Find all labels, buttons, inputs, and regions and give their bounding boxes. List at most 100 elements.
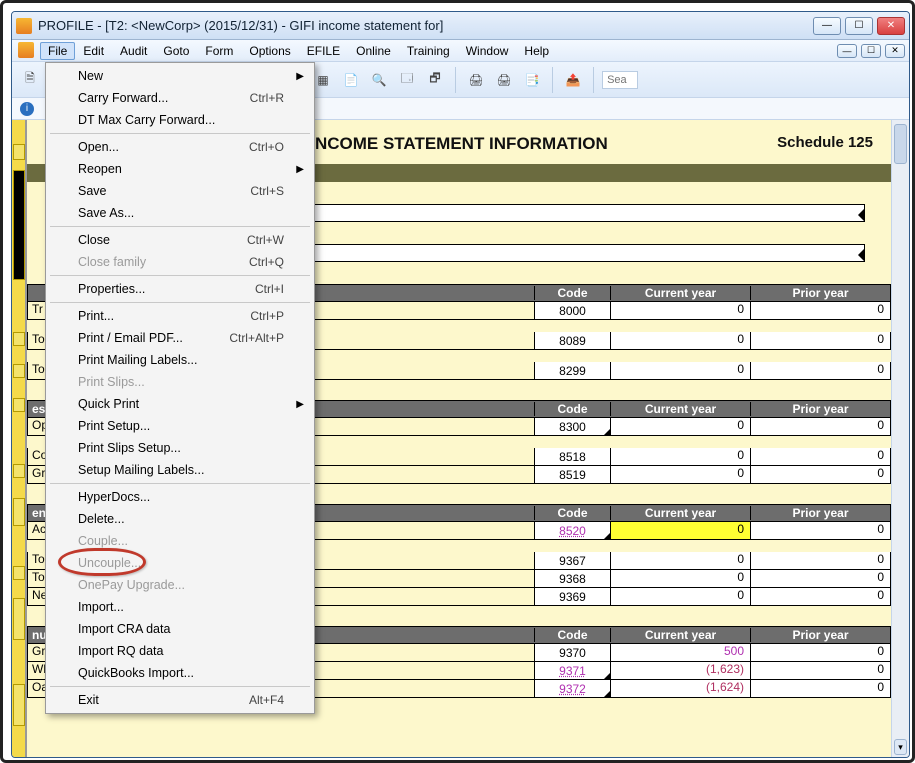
menu-item-print-slips-setup[interactable]: Print Slips Setup...	[48, 437, 312, 459]
prior-year-cell[interactable]: 0	[751, 662, 891, 680]
export-icon[interactable]: 📤	[561, 68, 585, 92]
menu-form[interactable]: Form	[197, 42, 241, 60]
menu-item-print-mailing-labels[interactable]: Print Mailing Labels...	[48, 349, 312, 371]
shortcut-label: Ctrl+S	[250, 184, 284, 198]
menu-item-hyperdocs[interactable]: HyperDocs...	[48, 486, 312, 508]
menu-item-import[interactable]: Import...	[48, 596, 312, 618]
current-year-cell[interactable]: (1,623)	[611, 662, 751, 680]
menu-file[interactable]: File	[40, 42, 75, 60]
menu-online[interactable]: Online	[348, 42, 399, 60]
menu-training[interactable]: Training	[399, 42, 458, 60]
dropdown-triangle-icon[interactable]	[604, 429, 610, 435]
menu-item-print-email-pdf[interactable]: Print / Email PDF...Ctrl+Alt+P	[48, 327, 312, 349]
page-icon[interactable]: 📄	[339, 68, 363, 92]
new-file-icon[interactable]: 🗎	[18, 68, 42, 92]
gutter-marker	[13, 566, 25, 580]
prior-year-cell[interactable]: 0	[751, 552, 891, 570]
code-cell[interactable]: 9367	[535, 552, 611, 570]
code-cell[interactable]: 8520	[535, 522, 611, 540]
current-year-cell[interactable]: 500	[611, 644, 751, 662]
menu-item-print-setup[interactable]: Print Setup...	[48, 415, 312, 437]
code-cell[interactable]: 9368	[535, 570, 611, 588]
menu-options[interactable]: Options	[241, 42, 298, 60]
prior-year-cell[interactable]: 0	[751, 302, 891, 320]
menu-item-label: Print / Email PDF...	[78, 331, 229, 345]
menu-item-save-as[interactable]: Save As...	[48, 202, 312, 224]
search-input[interactable]	[602, 71, 638, 89]
prior-year-cell[interactable]: 0	[751, 332, 891, 350]
menu-item-carry-forward[interactable]: Carry Forward...Ctrl+R	[48, 87, 312, 109]
minimize-button[interactable]: —	[813, 17, 841, 35]
code-cell[interactable]: 9369	[535, 588, 611, 606]
prior-year-cell[interactable]: 0	[751, 644, 891, 662]
current-year-cell[interactable]: (1,624)	[611, 680, 751, 698]
dropdown-triangle-icon[interactable]	[604, 691, 610, 697]
menu-item-quickbooks-import[interactable]: QuickBooks Import...	[48, 662, 312, 684]
maximize-button[interactable]: ☐	[845, 17, 873, 35]
code-cell[interactable]: 8089	[535, 332, 611, 350]
menu-item-quick-print[interactable]: Quick Print▶	[48, 393, 312, 415]
code-cell[interactable]: 9370	[535, 644, 611, 662]
prior-year-cell[interactable]: 0	[751, 570, 891, 588]
prior-year-cell[interactable]: 0	[751, 362, 891, 380]
prior-year-cell[interactable]: 0	[751, 522, 891, 540]
close-button[interactable]: ✕	[877, 17, 905, 35]
mdi-close-button[interactable]: ✕	[885, 44, 905, 58]
menu-goto[interactable]: Goto	[155, 42, 197, 60]
overlay-icon[interactable]: 🗗	[423, 68, 447, 92]
print-icon[interactable]: 🖨	[464, 68, 488, 92]
menu-item-save[interactable]: SaveCtrl+S	[48, 180, 312, 202]
current-year-cell[interactable]: 0	[611, 448, 751, 466]
prior-year-cell[interactable]: 0	[751, 588, 891, 606]
mdi-restore-button[interactable]: ☐	[861, 44, 881, 58]
scrollbar-thumb[interactable]	[894, 124, 907, 164]
menu-item-delete[interactable]: Delete...	[48, 508, 312, 530]
current-year-cell[interactable]: 0	[611, 302, 751, 320]
current-year-cell[interactable]: 0	[611, 588, 751, 606]
prior-year-cell[interactable]: 0	[751, 418, 891, 436]
menu-audit[interactable]: Audit	[112, 42, 155, 60]
current-year-header: Current year	[610, 402, 750, 416]
menu-item-close[interactable]: CloseCtrl+W	[48, 229, 312, 251]
menu-item-reopen[interactable]: Reopen▶	[48, 158, 312, 180]
menu-help[interactable]: Help	[516, 42, 557, 60]
print-gear-icon[interactable]: 🖨	[492, 68, 516, 92]
menu-item-import-rq-data[interactable]: Import RQ data	[48, 640, 312, 662]
menu-edit[interactable]: Edit	[75, 42, 112, 60]
menu-item-properties[interactable]: Properties...Ctrl+I	[48, 278, 312, 300]
code-cell[interactable]: 9372	[535, 680, 611, 698]
current-year-cell[interactable]: 0	[611, 418, 751, 436]
menu-window[interactable]: Window	[458, 42, 517, 60]
menu-item-setup-mailing-labels[interactable]: Setup Mailing Labels...	[48, 459, 312, 481]
window-icon[interactable]: 🗔	[395, 68, 419, 92]
menu-efile[interactable]: EFILE	[299, 42, 348, 60]
zoom-icon[interactable]: 🔍	[367, 68, 391, 92]
dropdown-triangle-icon[interactable]	[604, 533, 610, 539]
menu-item-dt-max-carry-forward[interactable]: DT Max Carry Forward...	[48, 109, 312, 131]
prior-year-cell[interactable]: 0	[751, 680, 891, 698]
current-year-cell[interactable]: 0	[611, 332, 751, 350]
code-cell[interactable]: 8518	[535, 448, 611, 466]
print-preview-icon[interactable]: 📑	[520, 68, 544, 92]
scroll-down-icon[interactable]: ▾	[894, 739, 907, 755]
current-year-cell[interactable]: 0	[611, 570, 751, 588]
menu-item-open[interactable]: Open...Ctrl+O	[48, 136, 312, 158]
code-cell[interactable]: 8299	[535, 362, 611, 380]
prior-year-cell[interactable]: 0	[751, 448, 891, 466]
mdi-minimize-button[interactable]: —	[837, 44, 857, 58]
menu-item-import-cra-data[interactable]: Import CRA data	[48, 618, 312, 640]
menu-item-new[interactable]: New▶	[48, 65, 312, 87]
current-year-cell[interactable]: 0	[611, 522, 751, 540]
menu-item-print[interactable]: Print...Ctrl+P	[48, 305, 312, 327]
code-cell[interactable]: 9371	[535, 662, 611, 680]
current-year-cell[interactable]: 0	[611, 466, 751, 484]
code-cell[interactable]: 8000	[535, 302, 611, 320]
current-year-cell[interactable]: 0	[611, 552, 751, 570]
code-cell[interactable]: 8519	[535, 466, 611, 484]
dropdown-triangle-icon[interactable]	[604, 673, 610, 679]
vertical-scrollbar[interactable]: ▾	[891, 120, 909, 757]
menu-item-exit[interactable]: ExitAlt+F4	[48, 689, 312, 711]
code-cell[interactable]: 8300	[535, 418, 611, 436]
current-year-cell[interactable]: 0	[611, 362, 751, 380]
prior-year-cell[interactable]: 0	[751, 466, 891, 484]
